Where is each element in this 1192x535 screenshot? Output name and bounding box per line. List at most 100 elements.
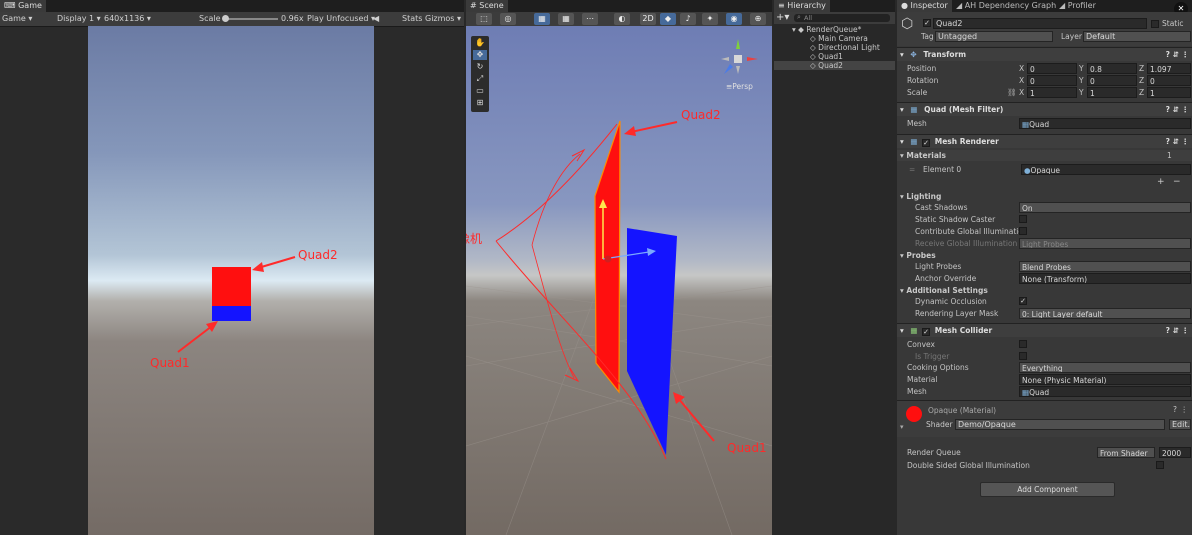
element-0-field[interactable]: ●Opaque bbox=[1021, 164, 1191, 175]
grid-snap-icon[interactable]: ▦ bbox=[534, 13, 550, 25]
visibility-icon[interactable]: ◉ bbox=[726, 13, 742, 25]
drag-handle-icon[interactable]: = bbox=[909, 164, 915, 175]
shader-dropdown[interactable]: Demo/Opaque bbox=[955, 419, 1165, 430]
help-icon[interactable]: ? bbox=[1173, 405, 1177, 414]
hierarchy-search-input[interactable]: All bbox=[794, 14, 890, 22]
transform-icon[interactable]: ⬚ bbox=[476, 13, 492, 25]
render-queue-row: Render Queue From Shader 2000 bbox=[897, 447, 1192, 458]
persp-label[interactable]: ≡Persp bbox=[726, 82, 753, 91]
gizmo-axis-icon[interactable] bbox=[721, 39, 758, 74]
probes-row[interactable]: ▾ Probes bbox=[897, 250, 1192, 261]
material-foldout-icon[interactable]: ▾ bbox=[900, 423, 904, 431]
settings-icon[interactable]: ⋮ bbox=[1182, 135, 1190, 148]
shader-edit-button[interactable]: Edit... bbox=[1169, 419, 1191, 430]
hierarchy-scene-root[interactable]: ▾ ◆ RenderQueue* bbox=[774, 25, 895, 34]
snap-icon[interactable]: ▦ bbox=[558, 13, 574, 25]
tab-profiler[interactable]: ◢ Profiler bbox=[1055, 0, 1100, 12]
tag-dropdown[interactable]: Untagged bbox=[935, 31, 1053, 42]
tab-inspector[interactable]: ● Inspector bbox=[897, 0, 952, 12]
preset-icon[interactable]: ⇵ bbox=[1173, 103, 1179, 116]
quad1-scene[interactable] bbox=[627, 228, 677, 455]
double-sided-gi-checkbox[interactable] bbox=[1156, 461, 1164, 469]
hierarchy-item-quad2[interactable]: ◇ Quad2 bbox=[774, 61, 895, 70]
rotation-z-field[interactable]: 0 bbox=[1147, 75, 1191, 86]
effects-icon[interactable]: ✦ bbox=[702, 13, 718, 25]
object-active-checkbox[interactable]: ✓ bbox=[923, 19, 931, 27]
tab-hierarchy[interactable]: ≡ Hierarchy bbox=[774, 0, 830, 12]
additional-settings-row[interactable]: ▾ Additional Settings bbox=[897, 285, 1192, 296]
anchor-override-field[interactable]: None (Transform) bbox=[1019, 273, 1191, 284]
help-icon[interactable]: ? bbox=[1166, 103, 1170, 116]
render-queue-value-field[interactable]: 2000 bbox=[1159, 447, 1191, 458]
light-icon[interactable]: ◆ bbox=[660, 13, 676, 25]
lighting-row[interactable]: ▾ Lighting bbox=[897, 191, 1192, 202]
increment-icon[interactable]: ⋯ bbox=[582, 13, 598, 25]
materials-row[interactable]: ▾ Materials 1 bbox=[897, 150, 1192, 161]
remove-element-button[interactable]: − bbox=[1173, 178, 1183, 187]
hierarchy-item-quad1[interactable]: ◇ Quad1 bbox=[774, 52, 895, 61]
draw-mode-icon[interactable]: ◐ bbox=[614, 13, 630, 25]
scale-x-field[interactable]: 1 bbox=[1027, 87, 1077, 98]
scene-viewport[interactable]: ✋ ✥ ↻ ⤢ ▭ ⊞ ≡Persp Quad2 机 Quad1 bbox=[466, 26, 772, 535]
cast-shadows-dropdown[interactable]: On bbox=[1019, 202, 1191, 213]
rotation-y-field[interactable]: 0 bbox=[1087, 75, 1137, 86]
dynamic-occlusion-checkbox[interactable]: ✓ bbox=[1019, 297, 1027, 305]
settings-icon[interactable]: ⋮ bbox=[1182, 324, 1190, 337]
tab-scene[interactable]: # Scene bbox=[466, 0, 508, 12]
gizmo-icon[interactable]: ⊕ bbox=[750, 13, 766, 25]
mesh-renderer-enabled-checkbox[interactable]: ✓ bbox=[922, 139, 931, 147]
position-z-field[interactable]: 1.097 bbox=[1147, 63, 1191, 74]
mode-2d-button[interactable]: 2D bbox=[640, 13, 656, 25]
help-icon[interactable]: ? bbox=[1166, 48, 1170, 61]
graph-icon: ◢ bbox=[956, 1, 963, 10]
static-shadow-checkbox[interactable] bbox=[1019, 215, 1027, 223]
rendering-layer-dropdown[interactable]: 0: Light Layer default bbox=[1019, 308, 1191, 319]
link-icon[interactable]: ⛓ bbox=[1007, 87, 1017, 98]
scale-z-field[interactable]: 1 bbox=[1147, 87, 1191, 98]
static-checkbox[interactable] bbox=[1151, 20, 1159, 28]
annotation-quad2-game: Quad2 bbox=[298, 248, 338, 262]
add-element-button[interactable]: + bbox=[1157, 178, 1167, 187]
light-probes-dropdown[interactable]: Blend Probes bbox=[1019, 261, 1191, 272]
contribute-gi-checkbox[interactable] bbox=[1019, 227, 1027, 235]
audio-toggle-icon[interactable]: ♪ bbox=[680, 13, 696, 25]
mesh-filter-mesh-field[interactable]: ▦Quad bbox=[1019, 118, 1191, 129]
position-x-field[interactable]: 0 bbox=[1027, 63, 1077, 74]
pivot-icon[interactable]: ◎ bbox=[500, 13, 516, 25]
help-icon[interactable]: ? bbox=[1166, 324, 1170, 337]
preset-icon[interactable]: ⇵ bbox=[1173, 324, 1179, 337]
convex-row: Convex bbox=[897, 339, 1192, 350]
transform-header[interactable]: ▾ ✥ Transform ? ⇵ ⋮ bbox=[897, 47, 1192, 61]
hierarchy-item-directional-light[interactable]: ◇ Directional Light bbox=[774, 43, 895, 52]
render-queue-mode-dropdown[interactable]: From Shader bbox=[1097, 447, 1155, 458]
settings-icon[interactable]: ⋮ bbox=[1182, 103, 1190, 116]
inspector-panel: ● Inspector ◢ AH Dependency Graph ◢ Prof… bbox=[897, 0, 1192, 535]
mesh-filter-header[interactable]: ▾ ▦ Quad (Mesh Filter) ? ⇵ ⋮ bbox=[897, 102, 1192, 116]
scale-y-field[interactable]: 1 bbox=[1087, 87, 1137, 98]
mesh-renderer-header[interactable]: ▾ ▦ ✓ Mesh Renderer ? ⇵ ⋮ bbox=[897, 134, 1192, 148]
grid-line bbox=[505, 265, 607, 535]
tab-ah-dependency-graph[interactable]: ◢ AH Dependency Graph bbox=[952, 0, 1060, 12]
cooking-options-row: Cooking Options Everything bbox=[897, 362, 1192, 373]
settings-icon[interactable]: ⋮ bbox=[1182, 48, 1190, 61]
position-y-field[interactable]: 0.8 bbox=[1087, 63, 1137, 74]
preset-icon[interactable]: ⇵ bbox=[1173, 48, 1179, 61]
quad2-arrow-line bbox=[257, 256, 296, 269]
add-component-button[interactable]: Add Component bbox=[980, 482, 1115, 497]
collider-mesh-field[interactable]: ▦Quad bbox=[1019, 386, 1191, 397]
hierarchy-item-main-camera[interactable]: ◇ Main Camera bbox=[774, 34, 895, 43]
info-icon: ● bbox=[901, 1, 908, 10]
settings-icon[interactable]: ⋮ bbox=[1181, 405, 1189, 414]
convex-checkbox[interactable] bbox=[1019, 340, 1027, 348]
layer-dropdown[interactable]: Default bbox=[1083, 31, 1191, 42]
help-icon[interactable]: ? bbox=[1166, 135, 1170, 148]
mesh-collider-enabled-checkbox[interactable]: ✓ bbox=[922, 328, 931, 336]
preset-icon[interactable]: ⇵ bbox=[1173, 135, 1179, 148]
collider-material-field[interactable]: None (Physic Material) bbox=[1019, 374, 1191, 385]
rotation-x-field[interactable]: 0 bbox=[1027, 75, 1077, 86]
add-icon[interactable]: +▾ bbox=[776, 12, 789, 24]
material-preview-swatch bbox=[906, 406, 922, 422]
cooking-options-dropdown[interactable]: Everything bbox=[1019, 362, 1191, 373]
object-name-field[interactable]: Quad2 bbox=[933, 18, 1147, 29]
mesh-collider-header[interactable]: ▾ ▦ ✓ Mesh Collider ? ⇵ ⋮ bbox=[897, 323, 1192, 337]
